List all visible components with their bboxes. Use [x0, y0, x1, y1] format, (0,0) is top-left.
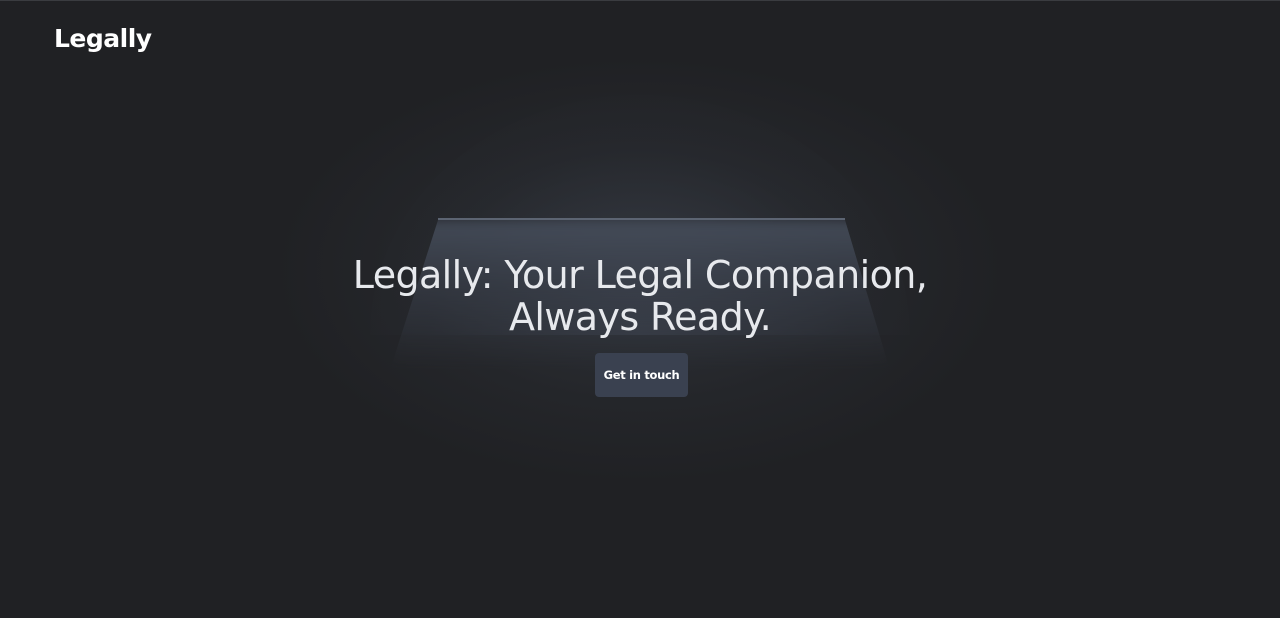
- hero-headline: Legally: Your Legal Companion, Always Re…: [290, 254, 990, 338]
- brand-logo[interactable]: Legally: [54, 24, 152, 53]
- lamp-line: [438, 218, 845, 220]
- get-in-touch-button[interactable]: Get in touch: [595, 353, 688, 397]
- top-border: [0, 0, 1280, 1]
- headline-line-2: Always Ready.: [508, 295, 772, 339]
- headline-line-1: Legally: Your Legal Companion,: [352, 253, 928, 297]
